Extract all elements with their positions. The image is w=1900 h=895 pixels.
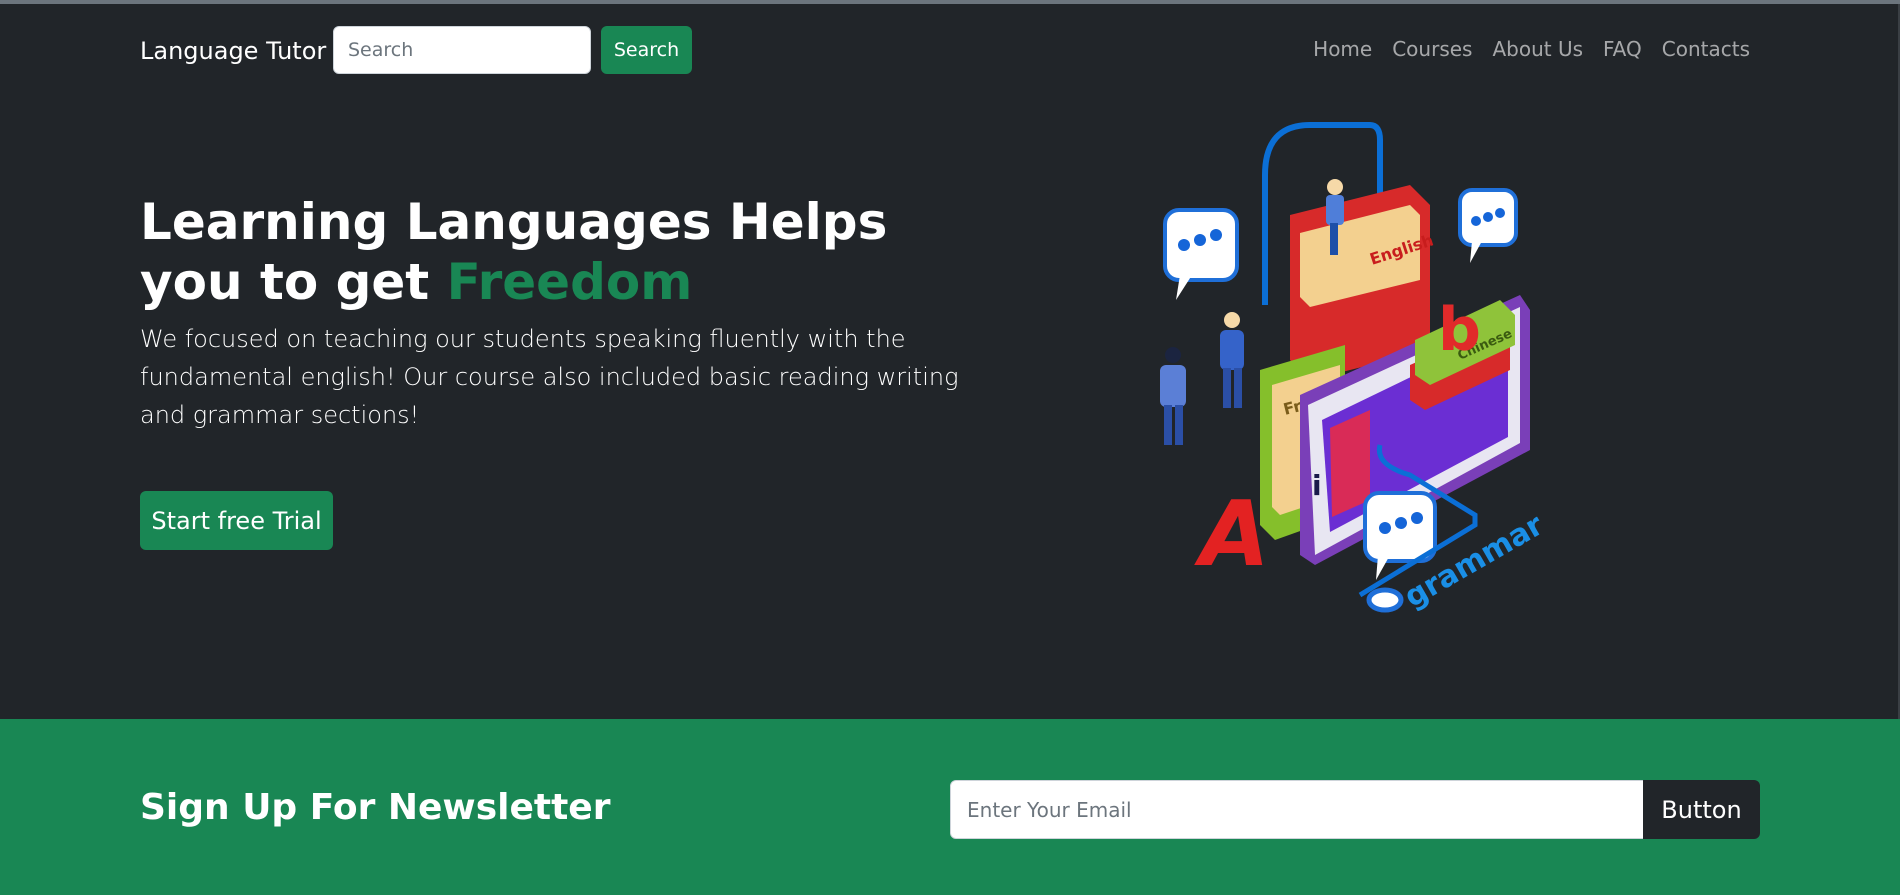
hero-title-accent: Freedom (446, 253, 693, 311)
speech-bubble-right-icon (1458, 188, 1518, 263)
newsletter-section: Sign Up For Newsletter Button (0, 719, 1900, 895)
nav-link-faq[interactable]: FAQ (1603, 37, 1642, 61)
speech-bubble-left-icon (1163, 208, 1239, 300)
start-free-trial-button[interactable]: Start free Trial (140, 491, 333, 550)
newsletter-submit-button[interactable]: Button (1643, 780, 1760, 839)
language-learning-illustration: English French Chinese b i A (1160, 122, 1550, 615)
search-button[interactable]: Search (601, 26, 692, 74)
reader-legs-shape (1330, 223, 1338, 255)
nav-link-contacts[interactable]: Contacts (1662, 37, 1750, 61)
letter-a: A (1194, 482, 1270, 587)
search-input[interactable] (333, 26, 591, 74)
letter-b: b (1438, 295, 1481, 365)
navbar: Language Tutor Search Home Courses About… (140, 26, 1750, 74)
hero-title: Learning Languages Helps you to get Free… (140, 192, 960, 312)
email-input[interactable] (950, 780, 1644, 839)
tablet-screen-panel-shape (1330, 410, 1370, 517)
brand-logo[interactable]: Language Tutor (140, 37, 326, 65)
hero-description: We focused on teaching our students spea… (140, 325, 959, 429)
letter-i: i (1312, 469, 1322, 502)
cable-plug-icon (1366, 587, 1404, 613)
speech-bubble-bottom-icon (1363, 491, 1437, 580)
reader-body-shape (1326, 195, 1344, 225)
student-figure-icon (1160, 347, 1186, 445)
nav-link-courses[interactable]: Courses (1392, 37, 1472, 61)
newsletter-title: Sign Up For Newsletter (140, 787, 611, 828)
teacher-figure-icon (1220, 312, 1244, 408)
window-top-border (0, 0, 1900, 4)
nav-link-about-us[interactable]: About Us (1492, 37, 1583, 61)
reader-head-shape (1327, 179, 1343, 195)
nav-link-home[interactable]: Home (1313, 37, 1372, 61)
nav-links: Home Courses About Us FAQ Contacts (1313, 37, 1750, 61)
